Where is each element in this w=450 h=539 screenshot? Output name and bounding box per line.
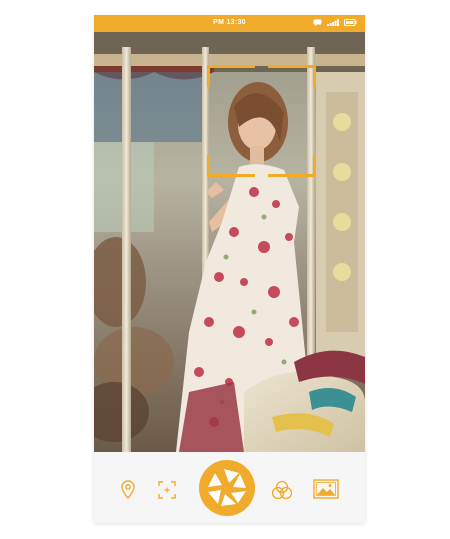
focus-frame[interactable] [207,65,316,177]
phone-screen: PM 13:30 [94,15,365,523]
gallery-image-icon[interactable] [312,478,340,500]
message-icon [313,19,322,26]
location-pin-icon[interactable] [118,479,138,499]
shutter-aperture-icon [207,468,247,508]
camera-viewfinder[interactable] [94,32,365,452]
color-filters-icon[interactable] [270,479,294,501]
status-bar: PM 13:30 [94,15,365,32]
battery-icon [344,19,357,26]
signal-icon [327,19,339,26]
focus-target-icon[interactable] [157,480,177,500]
shutter-button[interactable] [199,460,255,516]
camera-toolbar [94,452,365,523]
status-icons [313,19,357,26]
